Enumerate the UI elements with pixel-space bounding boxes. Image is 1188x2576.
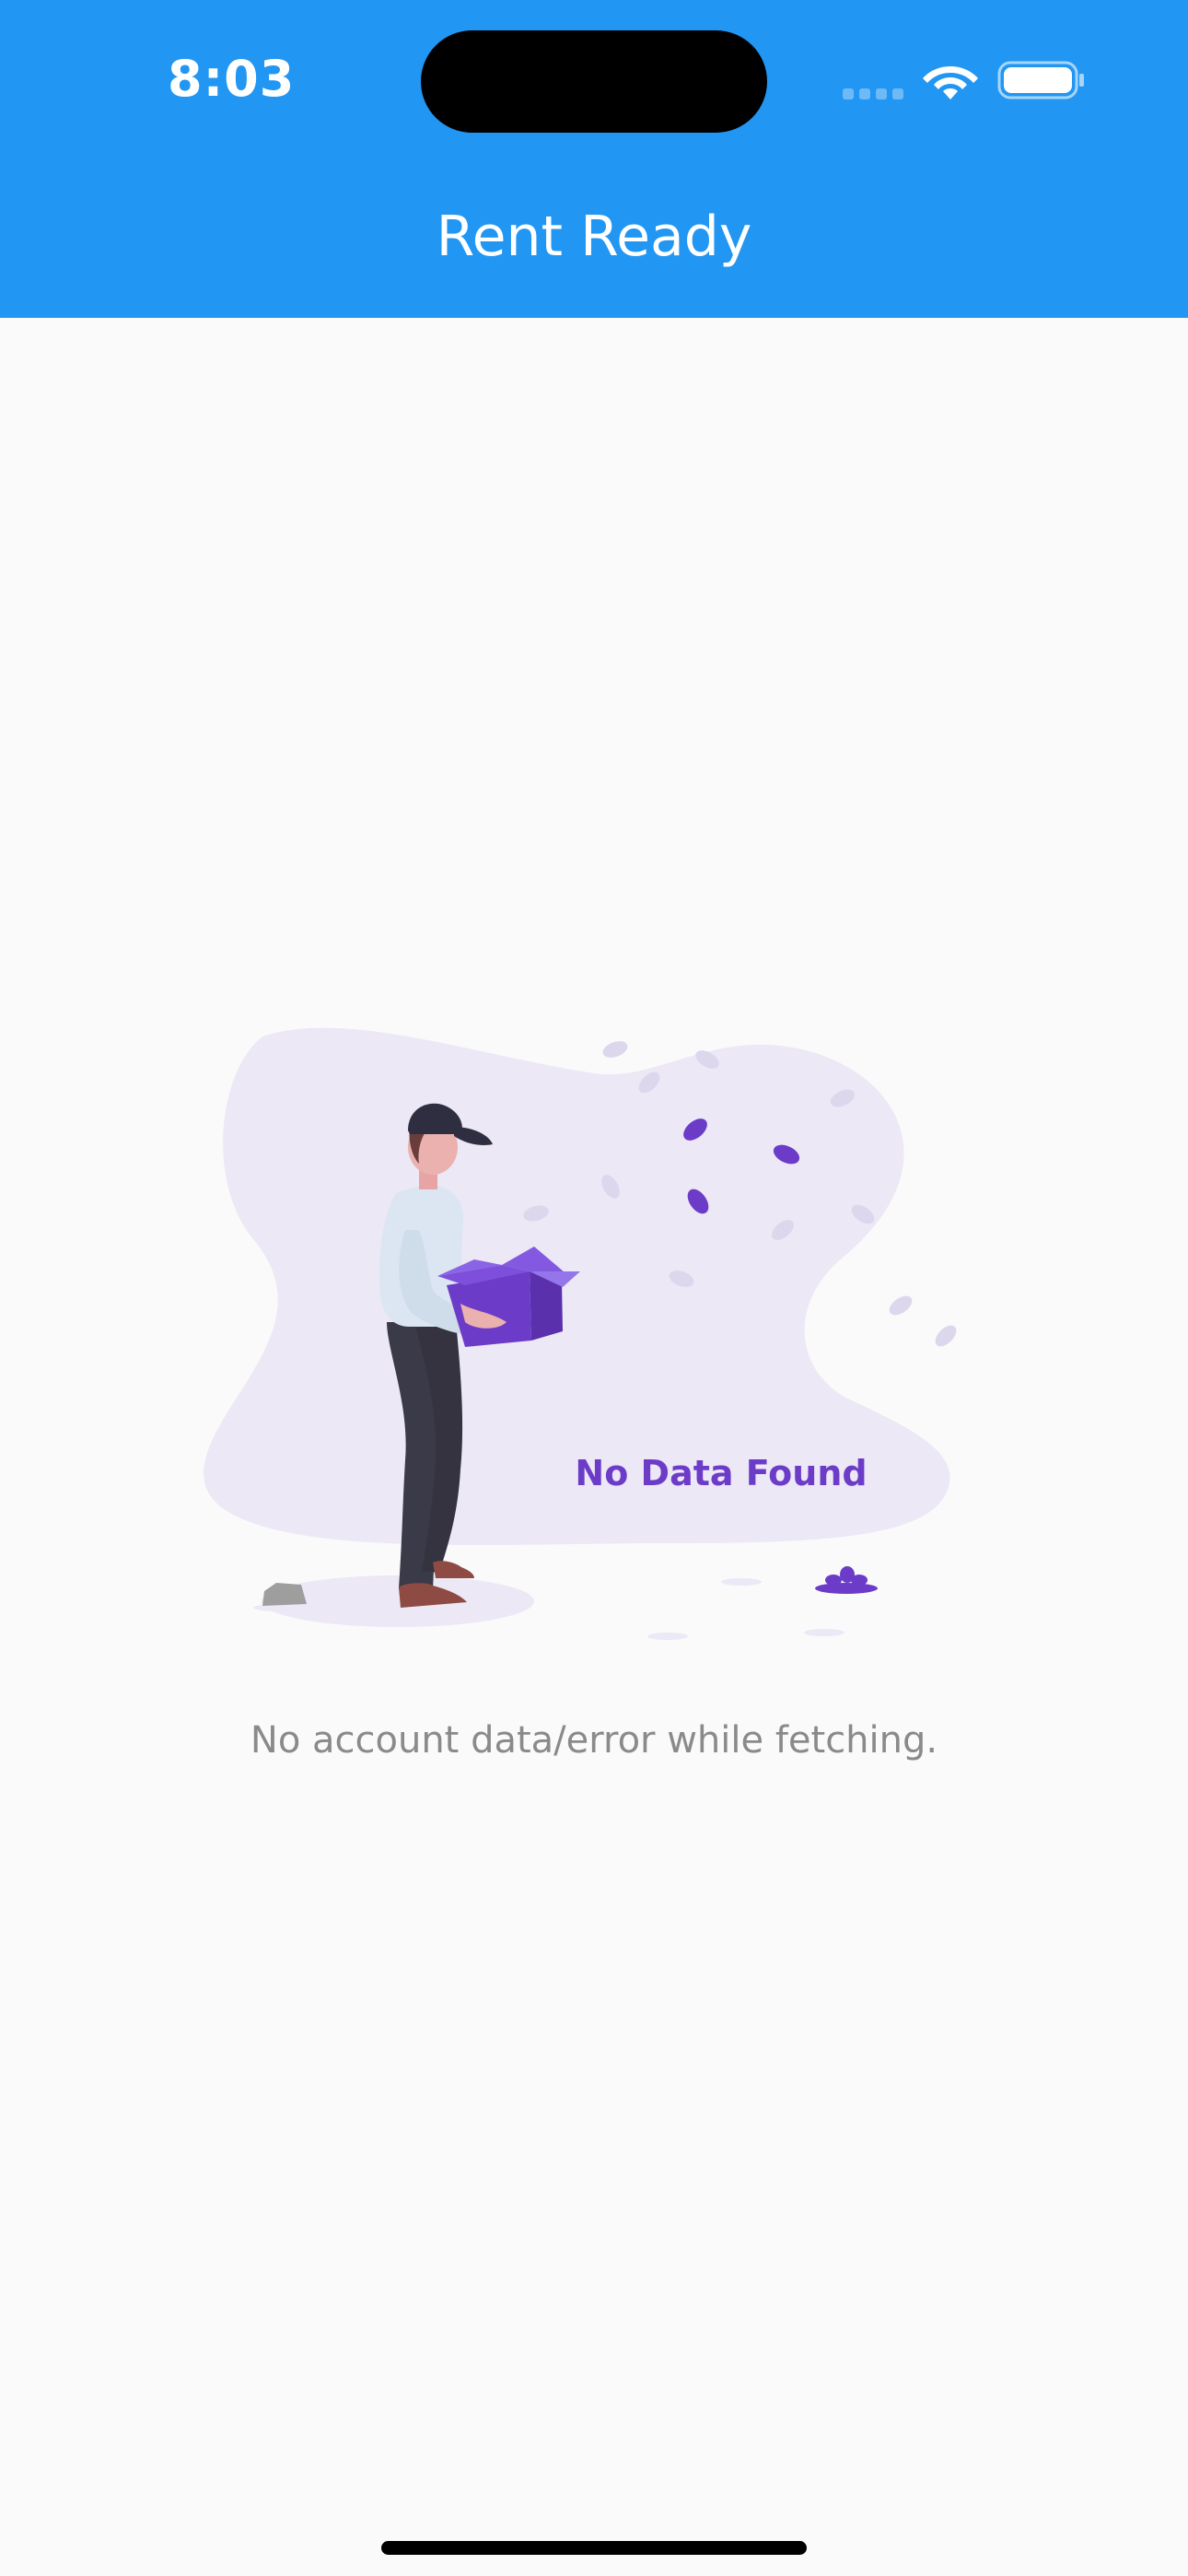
app-bar: 8:03 Rent Ready [0, 0, 1188, 318]
dynamic-island [421, 30, 767, 133]
plant [815, 1566, 878, 1594]
empty-state-message: No account data/error while fetching. [250, 1719, 938, 1762]
status-time: 8:03 [168, 50, 296, 108]
rock [262, 1583, 307, 1606]
battery-icon [997, 61, 1084, 100]
home-indicator[interactable] [381, 2541, 807, 2555]
no-data-label: No Data Found [575, 1453, 867, 1493]
page-title: Rent Ready [436, 205, 752, 269]
signal-icon [843, 88, 907, 100]
no-data-illustration: No Data Found [204, 1027, 957, 1640]
wifi-icon [923, 66, 978, 100]
